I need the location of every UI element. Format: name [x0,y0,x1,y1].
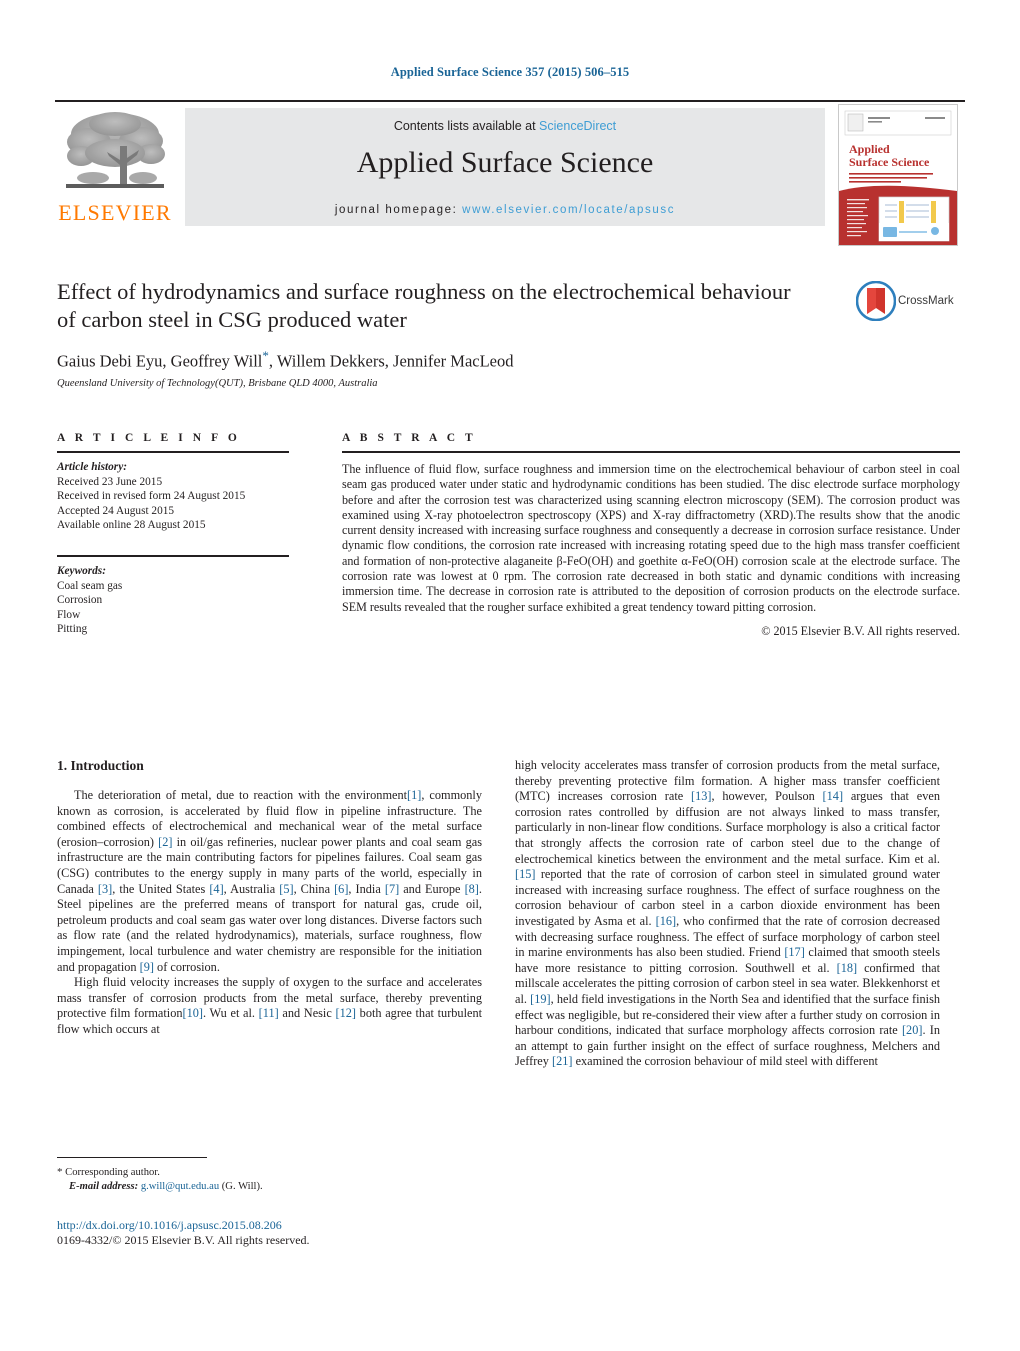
doi-block: http://dx.doi.org/10.1016/j.apsusc.2015.… [57,1218,537,1248]
keyword-item: Coal seam gas [57,579,123,592]
paragraph-text: , Australia [223,881,280,896]
keywords-block: Keywords: Coal seam gas Corrosion Flow P… [57,564,289,637]
sciencedirect-link[interactable]: ScienceDirect [539,119,616,133]
email-link[interactable]: g.will@qut.edu.au [141,1181,219,1192]
citation-link[interactable]: [9] [140,960,154,974]
footnote-rule [57,1157,207,1158]
svg-text:Surface Science: Surface Science [849,155,930,169]
citation-link[interactable]: [12] [336,1006,357,1020]
contents-prefix: Contents lists available at [393,119,540,133]
citation-link[interactable]: [4] [209,882,223,896]
article-info-heading: A R T I C L E I N F O [57,432,241,444]
keywords-label: Keywords: [57,564,106,577]
email-label: E-mail address: [69,1180,139,1192]
keyword-item: Pitting [57,623,88,636]
paragraph-text: examined the corrosion behaviour of mild… [572,1054,878,1069]
citation-link[interactable]: [3] [98,882,112,896]
journal-homepage-line: journal homepage: www.elsevier.com/locat… [185,204,825,216]
author-affiliation: Queensland University of Technology(QUT)… [57,377,378,389]
masthead-banner: Contents lists available at ScienceDirec… [185,108,825,226]
article-history-label: Article history: [57,461,127,473]
article-history-item: Available online 28 August 2015 [57,519,206,532]
citation-link[interactable]: [6] [334,882,348,896]
paragraph: High fluid velocity increases the supply… [57,975,482,1037]
paragraph-text: , the United States [112,881,210,896]
abstract-rule [342,451,960,453]
page-title: Effect of hydrodynamics and surface roug… [57,279,791,332]
body-column-right: high velocity accelerates mass transfer … [515,758,940,1070]
abstract-text: The influence of fluid flow, surface rou… [342,462,960,614]
citation-link[interactable]: [7] [385,882,399,896]
article-page: Applied Surface Science 357 (2015) 506–5… [0,0,1020,1351]
citation-link[interactable]: [21] [552,1054,573,1068]
journal-cover-image: Applied Surface Science [839,105,957,245]
citation-link[interactable]: [2] [158,835,172,849]
svg-text:Applied: Applied [849,142,890,156]
abstract-copyright: © 2015 Elsevier B.V. All rights reserved… [761,623,960,638]
section-title-introduction: 1. Introduction [57,758,144,773]
citation-link[interactable]: [18] [837,961,858,975]
elsevier-logo: ELSEVIER [55,108,175,226]
journal-homepage-link[interactable]: www.elsevier.com/locate/apsusc [462,204,675,216]
footnote-corresponding-author: * Corresponding author. E-mail address: … [57,1166,482,1193]
journal-cover-thumbnail: Applied Surface Science [838,104,958,246]
article-history-item: Received in revised form 24 August 2015 [57,490,246,503]
running-head: Applied Surface Science 357 (2015) 506–5… [390,65,630,79]
body-column-left: 1. Introduction The deterioration of met… [57,758,482,1038]
article-history-item: Accepted 24 August 2015 [57,504,175,517]
citation-link[interactable]: [5] [279,882,293,896]
citation-link[interactable]: [19] [530,992,551,1006]
journal-title: Applied Surface Science [356,146,654,179]
homepage-prefix: journal homepage: [334,204,463,216]
paragraph-text: , India [348,881,385,896]
footnote-marker: * [57,1166,63,1178]
article-history-item: Received 23 June 2015 [57,475,163,488]
keyword-item: Flow [57,608,81,621]
email-owner: (G. Will). [221,1180,263,1192]
paragraph: The deterioration of metal, due to react… [57,788,482,975]
contents-available-line: Contents lists available at ScienceDirec… [185,119,825,133]
paragraph-text: and Europe [399,881,465,896]
crossmark-label: CrossMark [898,295,954,307]
paragraph-text: and Nesic [278,1006,336,1021]
citation-link[interactable]: [20] [902,1023,923,1037]
paragraph-text: of corrosion. [153,959,220,974]
footnote-label: Corresponding author. [65,1167,160,1178]
issn-copyright-line: 0169-4332/© 2015 Elsevier B.V. All right… [57,1233,310,1247]
article-history-block: Article history: Received 23 June 2015 R… [57,460,289,533]
journal-masthead: ELSEVIER Contents lists available at Sci… [55,100,965,246]
article-info-column: A R T I C L E I N F O Article history: R… [57,432,289,637]
keywords-rule [57,554,289,557]
crossmark-icon [855,280,897,322]
keyword-item: Corrosion [57,594,103,607]
paragraph-text: . Wu et al. [203,1006,259,1021]
doi-link[interactable]: http://dx.doi.org/10.1016/j.apsusc.2015.… [57,1218,537,1233]
citation-link[interactable]: [16] [656,914,677,928]
paragraph-text: , held field investigations in the North… [515,991,940,1038]
citation-link[interactable]: [14] [823,789,844,803]
citation-link[interactable]: [17] [784,945,805,959]
authors-after-marker: , Willem Dekkers, Jennifer MacLeod [268,351,514,371]
paragraph-text: The deterioration of metal, due to react… [74,788,408,802]
authors-before-marker: Gaius Debi Eyu, Geoffrey Will [57,351,263,371]
paragraph-text: , however, Poulson [711,789,823,804]
citation-link[interactable]: [10] [183,1006,204,1020]
paragraph: high velocity accelerates mass transfer … [515,758,940,1070]
citation-link[interactable]: [1] [407,788,421,802]
abstract-column: A B S T R A C T The influence of fluid f… [342,432,960,639]
paragraph-text: , China [293,881,335,896]
article-info-rule [57,451,289,453]
crossmark-badge[interactable]: CrossMark [855,280,956,327]
citation-link[interactable]: [8] [465,882,479,896]
citation-link[interactable]: [13] [691,789,712,803]
title-block: Effect of hydrodynamics and surface roug… [57,278,847,389]
elsevier-wordmark: ELSEVIER [58,200,172,225]
masthead-top-rule [55,100,965,102]
citation-link[interactable]: [15] [515,867,536,881]
citation-link[interactable]: [11] [259,1006,279,1020]
author-list: Gaius Debi Eyu, Geoffrey Will*, Willem D… [57,348,847,372]
elsevier-tree-icon [66,112,165,188]
abstract-heading: A B S T R A C T [342,432,477,444]
